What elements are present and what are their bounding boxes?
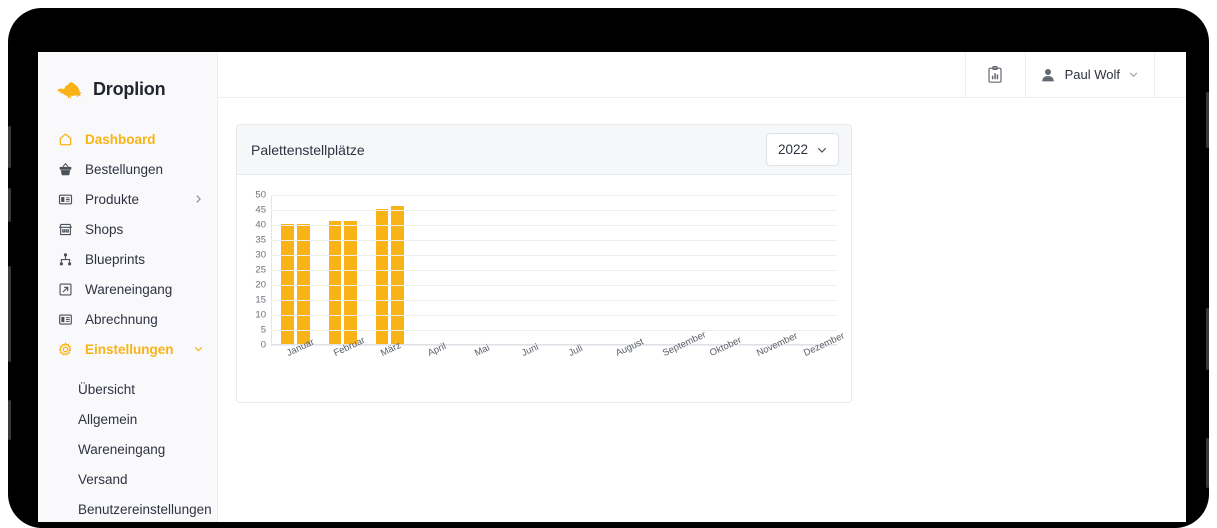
device-button-left-2[interactable] <box>8 188 11 222</box>
device-button-left-4[interactable] <box>8 400 11 440</box>
store-icon <box>57 221 74 238</box>
y-axis-tick-label: 25 <box>255 264 266 276</box>
gridline <box>271 330 837 331</box>
chart-card-header: Palettenstellplätze 2022 <box>237 125 851 175</box>
chart-bar[interactable] <box>391 206 404 344</box>
basket-icon <box>57 161 74 178</box>
reports-button[interactable] <box>964 52 1025 97</box>
y-axis-tick-label: 50 <box>255 189 266 201</box>
sidebar-item-shops[interactable]: Shops <box>38 214 217 244</box>
sidebar-item-einstellungen[interactable]: Einstellungen <box>38 334 217 364</box>
chart-bar[interactable] <box>281 224 294 344</box>
gridline <box>271 210 837 211</box>
lion-icon <box>57 81 82 99</box>
y-axis-tick-label: 20 <box>255 279 266 291</box>
user-menu-button[interactable]: Paul Wolf <box>1024 52 1154 97</box>
pallet-slots-bar-chart: 0 5 10 15 20 25 30 35 40 45 50 Januar Februar März Ap… <box>247 187 847 393</box>
gridline <box>271 240 837 241</box>
sidebar-item-dashboard[interactable]: Dashboard <box>38 124 217 154</box>
brand-name: Droplion <box>93 79 166 99</box>
sidebar-item-label: Wareneingang <box>85 281 173 297</box>
y-axis-tick-label: 40 <box>255 219 266 231</box>
home-icon <box>57 131 74 148</box>
clipboard-chart-icon <box>988 65 1002 83</box>
chevron-down-icon <box>818 147 826 153</box>
chart-bar[interactable] <box>375 209 389 344</box>
product-card-icon <box>57 191 74 208</box>
chart-card-body: 0 5 10 15 20 25 30 35 40 45 50 Januar Februar März Ap… <box>237 175 851 402</box>
year-select[interactable]: 2022 <box>765 133 839 166</box>
sidebar-item-label: Produkte <box>85 191 140 207</box>
app-screen: Droplion Dashboard Bestellungen Produkte… <box>38 52 1186 522</box>
chart-plot-area: 0 5 10 15 20 25 30 35 40 45 50 <box>255 190 837 351</box>
topbar: Paul Wolf <box>218 52 1186 98</box>
inbound-arrow-icon <box>57 281 74 298</box>
tablet-device-frame: Droplion Dashboard Bestellungen Produkte… <box>8 8 1209 528</box>
device-button-right-1[interactable] <box>1206 92 1209 148</box>
y-axis-tick-label: 35 <box>255 234 266 246</box>
device-button-left-3[interactable] <box>8 266 11 362</box>
y-axis-tick-label: 10 <box>255 309 266 321</box>
sidebar-subitem-versand[interactable]: Versand <box>38 464 217 494</box>
topbar-end-spacer <box>1154 52 1186 97</box>
chart-card: Palettenstellplätze 2022 0 5 10 15 20 25… <box>236 124 852 403</box>
sidebar-item-produkte[interactable]: Produkte <box>38 184 217 214</box>
chart-x-labels: Januar Februar März April Mai Juni Juli August S… <box>272 329 847 393</box>
gridline <box>271 315 837 316</box>
sidebar-subitem-uebersicht[interactable]: Übersicht <box>38 374 217 404</box>
y-axis-tick-label: 15 <box>255 294 266 306</box>
chart-card-title: Palettenstellplätze <box>251 141 365 158</box>
device-button-right-2[interactable] <box>1206 308 1209 370</box>
user-name: Paul Wolf <box>1064 67 1120 82</box>
sidebar-item-label: Blueprints <box>85 251 146 267</box>
y-axis-tick-label: 5 <box>260 324 266 336</box>
chevron-down-icon <box>1129 72 1138 78</box>
device-button-right-3[interactable] <box>1206 438 1209 488</box>
chevron-right-icon[interactable] <box>194 195 203 204</box>
invoice-icon <box>57 311 74 328</box>
user-avatar-icon <box>1041 68 1054 81</box>
sidebar-item-label: Einstellungen <box>85 341 174 357</box>
sidebar-item-label: Shops <box>85 221 124 237</box>
sidebar-item-bestellungen[interactable]: Bestellungen <box>38 154 217 184</box>
sidebar-item-label: Abrechnung <box>85 311 158 327</box>
sidebar-item-wareneingang[interactable]: Wareneingang <box>38 274 217 304</box>
sidebar-item-abrechnung[interactable]: Abrechnung <box>38 304 217 334</box>
main-content: Palettenstellplätze 2022 0 5 10 15 20 25… <box>218 98 1186 522</box>
y-axis-tick-label: 45 <box>255 204 266 216</box>
device-button-left-1[interactable] <box>8 126 11 168</box>
sidebar-item-label: Dashboard <box>85 131 156 147</box>
y-axis-tick-label: 0 <box>260 339 266 351</box>
brand-logo-area[interactable]: Droplion <box>38 52 217 108</box>
gridline <box>271 195 837 196</box>
sidebar: Droplion Dashboard Bestellungen Produkte… <box>38 52 218 522</box>
gridline <box>271 225 837 226</box>
sitemap-icon <box>57 251 74 268</box>
gridline <box>271 285 837 286</box>
gridline <box>271 255 837 256</box>
sidebar-item-blueprints[interactable]: Blueprints <box>38 244 217 274</box>
chart-bar[interactable] <box>297 224 310 344</box>
sidebar-item-label: Bestellungen <box>85 161 164 177</box>
year-select-value: 2022 <box>777 142 808 157</box>
sidebar-subitem-allgemein[interactable]: Allgemein <box>38 404 217 434</box>
gridline <box>271 300 837 301</box>
sidebar-subitem-benutzereinstellungen[interactable]: Benutzereinstellungen <box>38 494 217 522</box>
sidebar-subitem-wareneingang[interactable]: Wareneingang <box>38 434 217 464</box>
gridline <box>271 270 837 271</box>
chevron-down-icon[interactable] <box>194 345 203 354</box>
y-axis-tick-label: 30 <box>255 249 266 261</box>
gear-icon <box>57 341 74 358</box>
sidebar-nav: Dashboard Bestellungen Produkte Shops Bl… <box>38 124 217 522</box>
